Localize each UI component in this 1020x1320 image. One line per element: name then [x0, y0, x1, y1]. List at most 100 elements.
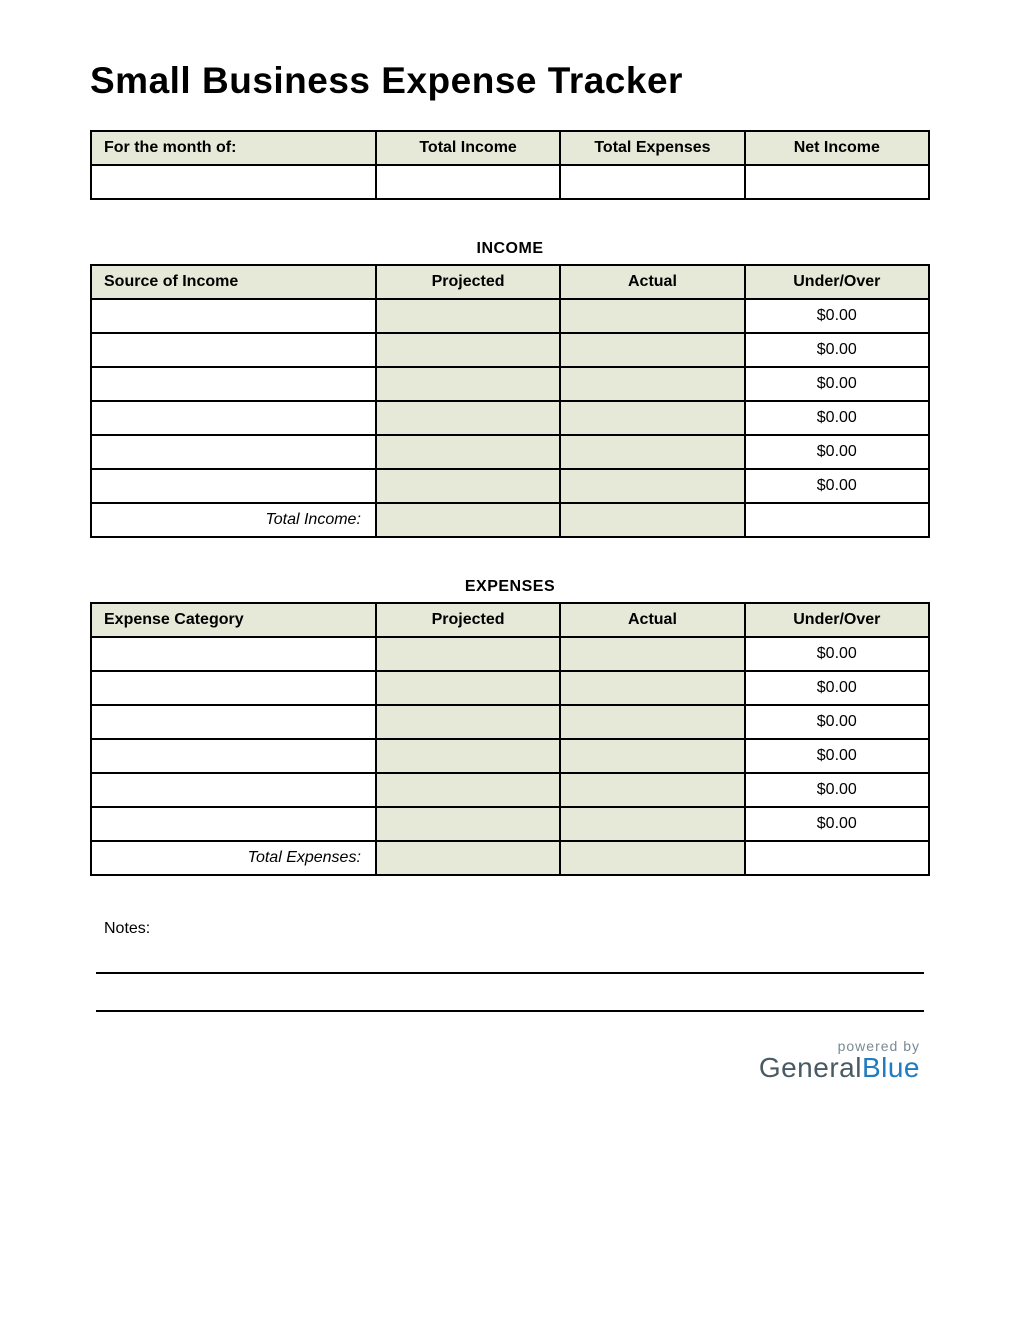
income-header-projected: Projected: [376, 265, 560, 299]
expense-projected-cell[interactable]: [376, 671, 560, 705]
expenses-total-row: Total Expenses:: [91, 841, 929, 875]
income-source-cell[interactable]: [91, 469, 376, 503]
expenses-header-row: Expense Category Projected Actual Under/…: [91, 603, 929, 637]
expense-row: $0.00: [91, 705, 929, 739]
income-over-cell: $0.00: [745, 333, 929, 367]
brand-logo: GeneralBlue: [90, 1052, 920, 1084]
expense-actual-cell[interactable]: [560, 773, 744, 807]
expense-projected-cell[interactable]: [376, 637, 560, 671]
expense-actual-cell[interactable]: [560, 705, 744, 739]
income-total-row: Total Income:: [91, 503, 929, 537]
income-actual-cell[interactable]: [560, 367, 744, 401]
expense-tracker-document: Small Business Expense Tracker For the m…: [0, 0, 1020, 1124]
expense-row: $0.00: [91, 637, 929, 671]
income-table: Source of Income Projected Actual Under/…: [90, 264, 930, 538]
expense-projected-cell[interactable]: [376, 773, 560, 807]
expenses-total-label: Total Expenses:: [91, 841, 376, 875]
expense-actual-cell[interactable]: [560, 671, 744, 705]
income-projected-cell[interactable]: [376, 333, 560, 367]
income-source-cell[interactable]: [91, 367, 376, 401]
summary-header-total-expenses: Total Expenses: [560, 131, 744, 165]
income-actual-cell[interactable]: [560, 401, 744, 435]
income-row: $0.00: [91, 299, 929, 333]
expense-projected-cell[interactable]: [376, 705, 560, 739]
expense-row: $0.00: [91, 807, 929, 841]
expenses-table: Expense Category Projected Actual Under/…: [90, 602, 930, 876]
notes-line[interactable]: [96, 982, 924, 1012]
summary-table: For the month of: Total Income Total Exp…: [90, 130, 930, 200]
income-over-cell: $0.00: [745, 299, 929, 333]
footer: powered by GeneralBlue: [90, 1038, 930, 1084]
expense-category-cell[interactable]: [91, 739, 376, 773]
summary-header-row: For the month of: Total Income Total Exp…: [91, 131, 929, 165]
expense-actual-cell[interactable]: [560, 637, 744, 671]
summary-net-income-cell[interactable]: [745, 165, 929, 199]
income-row: $0.00: [91, 367, 929, 401]
brand-part-blue: Blue: [862, 1052, 920, 1083]
expense-category-cell[interactable]: [91, 807, 376, 841]
expense-category-cell[interactable]: [91, 705, 376, 739]
expenses-header-actual: Actual: [560, 603, 744, 637]
summary-header-total-income: Total Income: [376, 131, 560, 165]
summary-total-income-cell[interactable]: [376, 165, 560, 199]
income-row: $0.00: [91, 469, 929, 503]
income-projected-cell[interactable]: [376, 469, 560, 503]
expenses-header-projected: Projected: [376, 603, 560, 637]
income-total-label: Total Income:: [91, 503, 376, 537]
notes-label: Notes:: [104, 920, 930, 938]
income-total-actual: [560, 503, 744, 537]
expenses-section-title: EXPENSES: [90, 578, 930, 596]
income-source-cell[interactable]: [91, 333, 376, 367]
summary-header-month: For the month of:: [91, 131, 376, 165]
expense-over-cell: $0.00: [745, 671, 929, 705]
income-header-actual: Actual: [560, 265, 744, 299]
expense-category-cell[interactable]: [91, 637, 376, 671]
expense-actual-cell[interactable]: [560, 807, 744, 841]
income-source-cell[interactable]: [91, 401, 376, 435]
expense-actual-cell[interactable]: [560, 739, 744, 773]
expense-category-cell[interactable]: [91, 671, 376, 705]
income-source-cell[interactable]: [91, 435, 376, 469]
expenses-total-over: [745, 841, 929, 875]
income-actual-cell[interactable]: [560, 299, 744, 333]
income-over-cell: $0.00: [745, 435, 929, 469]
income-actual-cell[interactable]: [560, 435, 744, 469]
expenses-header-category: Expense Category: [91, 603, 376, 637]
income-projected-cell[interactable]: [376, 401, 560, 435]
notes-line[interactable]: [96, 944, 924, 974]
expenses-total-actual: [560, 841, 744, 875]
income-over-cell: $0.00: [745, 367, 929, 401]
income-projected-cell[interactable]: [376, 435, 560, 469]
brand-part-general: General: [759, 1052, 862, 1083]
income-total-projected: [376, 503, 560, 537]
expense-over-cell: $0.00: [745, 637, 929, 671]
expense-row: $0.00: [91, 773, 929, 807]
income-header-over: Under/Over: [745, 265, 929, 299]
income-over-cell: $0.00: [745, 469, 929, 503]
income-section-title: INCOME: [90, 240, 930, 258]
expense-projected-cell[interactable]: [376, 807, 560, 841]
income-actual-cell[interactable]: [560, 469, 744, 503]
expense-category-cell[interactable]: [91, 773, 376, 807]
income-projected-cell[interactable]: [376, 299, 560, 333]
income-source-cell[interactable]: [91, 299, 376, 333]
income-row: $0.00: [91, 333, 929, 367]
expense-projected-cell[interactable]: [376, 739, 560, 773]
expense-over-cell: $0.00: [745, 773, 929, 807]
summary-month-cell[interactable]: [91, 165, 376, 199]
income-actual-cell[interactable]: [560, 333, 744, 367]
income-projected-cell[interactable]: [376, 367, 560, 401]
income-over-cell: $0.00: [745, 401, 929, 435]
expense-row: $0.00: [91, 671, 929, 705]
summary-total-expenses-cell[interactable]: [560, 165, 744, 199]
page-title: Small Business Expense Tracker: [90, 60, 930, 102]
income-total-over: [745, 503, 929, 537]
expense-over-cell: $0.00: [745, 705, 929, 739]
income-row: $0.00: [91, 401, 929, 435]
summary-value-row: [91, 165, 929, 199]
income-row: $0.00: [91, 435, 929, 469]
income-header-row: Source of Income Projected Actual Under/…: [91, 265, 929, 299]
expenses-header-over: Under/Over: [745, 603, 929, 637]
expense-over-cell: $0.00: [745, 807, 929, 841]
expense-over-cell: $0.00: [745, 739, 929, 773]
